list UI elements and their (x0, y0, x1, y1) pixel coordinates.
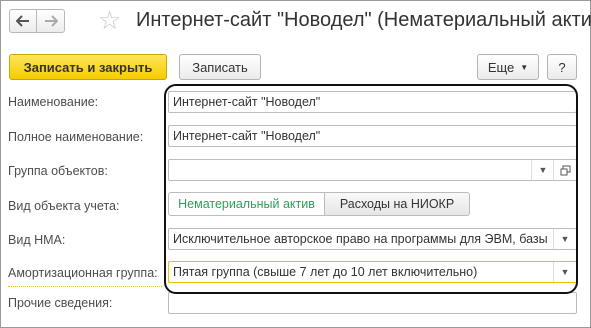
favorite-star-icon[interactable]: ☆ (98, 5, 121, 35)
full-name-label: Полное наименование: (8, 130, 144, 144)
back-button[interactable] (9, 9, 37, 33)
depreciation-group-value: Пятая группа (свыше 7 лет до 10 лет вклю… (173, 265, 478, 279)
other-info-label: Прочие сведения: (8, 296, 113, 310)
object-group-dropdown-button[interactable]: ▼ (531, 160, 554, 180)
full-name-field[interactable]: Интернет-сайт "Новодел" (168, 125, 577, 147)
nma-type-field[interactable]: Исключительное авторское право на програ… (168, 228, 577, 250)
help-button[interactable]: ? (547, 54, 577, 80)
nma-type-value: Исключительное авторское право на програ… (173, 232, 548, 246)
depreciation-group-label: Амортизационная группа: (8, 266, 158, 280)
accounting-object-type-label: Вид объекта учета: (8, 199, 120, 213)
segment-rnd-expenses[interactable]: Расходы на НИОКР (325, 192, 470, 216)
nma-type-dropdown-button[interactable]: ▼ (553, 229, 576, 249)
nma-type-label: Вид НМА: (8, 233, 66, 247)
page-title: Интернет-сайт "Новодел" (Нематериальный … (136, 9, 591, 31)
name-value: Интернет-сайт "Новодел" (173, 95, 321, 109)
arrow-right-icon (44, 15, 58, 27)
chevron-down-icon: ▼ (560, 234, 570, 244)
chevron-down-icon: ▼ (520, 62, 529, 72)
save-button[interactable]: Записать (179, 54, 261, 80)
segment-intangible-asset[interactable]: Нематериальный актив (168, 192, 325, 216)
object-group-label: Группа объектов: (8, 164, 108, 178)
other-info-field[interactable] (168, 292, 577, 314)
focus-underline (8, 286, 162, 288)
object-group-open-button[interactable] (553, 160, 576, 180)
more-button[interactable]: Еще ▼ (477, 54, 539, 80)
depreciation-group-field[interactable]: Пятая группа (свыше 7 лет до 10 лет вклю… (168, 261, 577, 283)
forward-button[interactable] (37, 9, 65, 33)
object-group-field[interactable]: ▼ (168, 159, 577, 181)
save-and-close-button[interactable]: Записать и закрыть (9, 54, 167, 80)
open-window-icon (560, 165, 570, 175)
chevron-down-icon: ▼ (538, 165, 548, 175)
full-name-value: Интернет-сайт "Новодел" (173, 129, 321, 143)
name-field[interactable]: Интернет-сайт "Новодел" (168, 91, 577, 113)
depreciation-group-dropdown-button[interactable]: ▼ (553, 262, 576, 282)
arrow-left-icon (16, 15, 29, 27)
chevron-down-icon: ▼ (560, 267, 570, 277)
more-button-label: Еще (487, 59, 515, 75)
name-label: Наименование: (8, 95, 99, 109)
